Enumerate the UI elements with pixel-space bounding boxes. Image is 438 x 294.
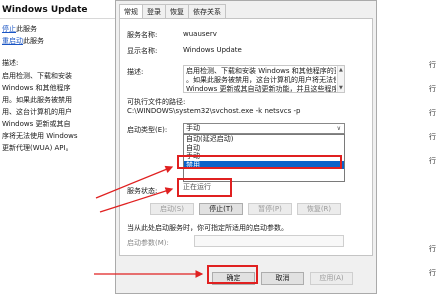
scroll-up-icon[interactable]: ▲ [339,67,343,73]
display-name-value: Windows Update [183,46,242,54]
display-name-label: 显示名称: [127,47,158,55]
tab-general[interactable]: 常规 [119,4,143,19]
scroll-down-icon[interactable]: ▼ [339,85,343,91]
startup-option-manual[interactable]: 手动 [184,152,344,161]
startup-option-disabled[interactable]: 禁用 [184,160,344,169]
tab-logon[interactable]: 登录 [142,4,166,18]
stop-service-link[interactable]: 停止 [2,25,16,33]
service-name-label: 服务名称: [127,31,158,39]
exe-path-label: 可执行文件的路径: [127,98,186,106]
startup-type-select[interactable]: 手动 ∨ [183,123,345,134]
service-description: 启用检测、下载和安装 Windows 和其他程序 用。如果此服务被禁用 用、这台… [2,72,78,152]
tab-recovery[interactable]: 恢复 [165,4,189,18]
tab-bar: 常规 登录 恢复 依存关系 [119,4,226,19]
stop-button[interactable]: 停止(T) [199,203,243,215]
service-properties-dialog: 常规 登录 恢复 依存关系 服务名称: wuauserv 显示名称: Windo… [115,0,377,294]
description-textbox[interactable]: 启用检测、下载和安装 Windows 和其他程序的更新 。如果此服务被禁用，这台… [183,65,345,93]
resume-button[interactable]: 恢复(R) [297,203,341,215]
stop-service-link-row: 停止此服务 [2,25,37,33]
list-item[interactable]: 行 [429,268,436,278]
list-item[interactable]: 行 [429,60,436,70]
restart-service-link-row: 重启动此服务 [2,37,44,45]
description-scrollbar[interactable]: ▲ ▼ [337,66,344,92]
startup-option-auto[interactable]: 自动 [184,144,344,153]
service-name-value: wuauserv [183,30,217,38]
service-details-panel: Windows Update 停止此服务 重启动此服务 描述: 启用检测、下载和… [0,0,116,294]
divider [0,18,116,19]
startup-param-input[interactable] [194,235,344,247]
service-status-label: 服务状态: [127,187,158,195]
pause-button[interactable]: 暂停(P) [248,203,292,215]
start-button[interactable]: 启动(S) [150,203,194,215]
service-status-value: 正在运行 [183,183,211,191]
service-list-edge: 行 行 行 行 行 行 行 [374,0,438,294]
list-item[interactable]: 行 [429,156,436,166]
description-label: 描述: [2,59,19,67]
list-item[interactable]: 行 [429,244,436,254]
apply-button[interactable]: 应用(A) [310,272,353,285]
startup-type-label: 启动类型(E): [127,126,168,134]
list-item[interactable]: 行 [429,132,436,142]
exe-path-value: C:\WINDOWS\system32\svchost.exe -k netsv… [127,107,301,115]
restart-service-link[interactable]: 重启动 [2,37,23,45]
startup-param-hint: 当从此处启动服务时，你可指定所适用的启动参数。 [127,224,288,232]
startup-type-dropdown: 自动(延迟启动) 自动 手动 禁用 [183,134,345,182]
cancel-button[interactable]: 取消 [261,272,304,285]
service-title: Windows Update [2,5,88,15]
startup-option-auto-delayed[interactable]: 自动(延迟启动) [184,135,344,144]
startup-param-label: 启动参数(M): [127,239,169,247]
tab-dependencies[interactable]: 依存关系 [188,4,226,18]
list-item[interactable]: 行 [429,84,436,94]
ok-button[interactable]: 确定 [212,272,255,285]
list-item[interactable]: 行 [429,108,436,118]
chevron-down-icon[interactable]: ∨ [337,124,341,133]
description-label: 描述: [127,68,144,76]
general-tab-content: 服务名称: wuauserv 显示名称: Windows Update 描述: … [119,18,373,256]
